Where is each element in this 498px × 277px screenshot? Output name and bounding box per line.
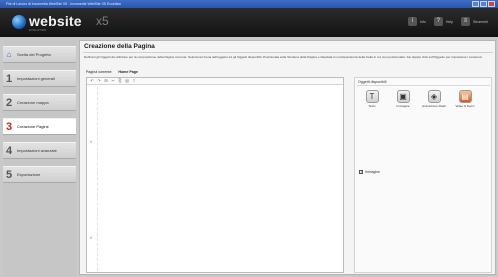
redo-icon[interactable]: ↷	[97, 79, 101, 83]
topnav-label: Strumenti	[473, 19, 488, 24]
topnav-label: Info	[419, 19, 426, 24]
sidebar-item-label: Creazione mappa	[17, 100, 49, 105]
help-icon: ?	[433, 17, 443, 26]
step-number: 2	[5, 96, 13, 109]
undo-icon[interactable]: ↶	[90, 79, 94, 83]
minimize-button[interactable]	[472, 1, 479, 7]
object-video-audio[interactable]: ▤ Video & Suoni	[452, 90, 478, 109]
divider	[83, 52, 493, 53]
paste-icon[interactable]: ▤	[125, 79, 129, 83]
image-property[interactable]: ✓ Immagine	[359, 170, 380, 174]
grid-icon[interactable]: ⊞	[104, 79, 108, 83]
sidebar-item-advanced-settings[interactable]: 4 Impostazioni avanzate	[3, 142, 76, 159]
window-titlebar: File di Lavoro di Incomedia WebSite X5 -…	[0, 0, 498, 8]
sidebar-item-label: Impostazioni avanzate	[17, 148, 57, 153]
sidebar-item-pages[interactable]: 3 Creazione Pagine	[3, 118, 76, 135]
step-number: 4	[5, 144, 13, 157]
row-marker: 2	[90, 236, 92, 240]
settings-icon: ≡	[461, 17, 471, 26]
object-text[interactable]: T Testo	[359, 90, 385, 109]
sidebar-item-export[interactable]: 5 Esportazione	[3, 166, 76, 183]
main-content: Creazione della Pagina Definisci gli Ogg…	[79, 40, 496, 275]
checkbox-label: Immagine	[365, 170, 380, 174]
window-controls	[472, 1, 495, 7]
page-title: Creazione della Pagina	[84, 43, 155, 50]
sidebar-item-project[interactable]: ⌂ Scelta del Progetto	[3, 46, 76, 63]
wizard-sidebar: ⌂ Scelta del Progetto 1 Impostazioni gen…	[3, 40, 76, 277]
topnav-info[interactable]: i Info	[407, 17, 426, 26]
home-icon: ⌂	[6, 50, 12, 59]
close-button[interactable]	[488, 1, 495, 7]
page-description: Definisci gli Oggetti da utilizzare per …	[84, 55, 483, 59]
sidebar-item-label: Esportazione	[17, 172, 41, 177]
info-icon: i	[407, 17, 417, 26]
sidebar-item-label: Creazione Pagine	[17, 124, 49, 129]
object-flash[interactable]: ◈ Animazione Flash	[421, 90, 447, 109]
current-page-value[interactable]: Home Page	[118, 70, 138, 74]
text-tool-icon[interactable]: T	[132, 79, 136, 83]
current-page-label: Pagina corrente:	[86, 70, 113, 74]
text-icon: T	[365, 90, 379, 103]
animation-icon: ◈	[427, 90, 441, 103]
object-label: Testo	[368, 104, 376, 108]
checkbox[interactable]: ✓	[359, 170, 363, 174]
app-logo: website x5 EVOLUTION	[12, 13, 112, 35]
object-label: Video & Suoni	[455, 104, 475, 108]
objects-list: T Testo ▣ Immagine ◈ Animazione Flash ▤ …	[359, 90, 478, 109]
row-marker: 1	[90, 140, 92, 144]
sidebar-item-general-settings[interactable]: 1 Impostazioni generali	[3, 70, 76, 87]
cut-icon[interactable]: ✂	[111, 79, 115, 83]
current-page-selector[interactable]: Pagina corrente: Home Page	[86, 70, 138, 74]
image-icon: ▣	[396, 90, 410, 103]
panel-title: Oggetti disponibili	[358, 80, 387, 84]
divider	[357, 85, 490, 86]
topnav-label: Help	[445, 19, 454, 24]
app-header: website x5 EVOLUTION i Info ? Help ≡ Str…	[0, 8, 498, 37]
topnav-tools[interactable]: ≡ Strumenti	[461, 17, 488, 26]
sidebar-item-label: Impostazioni generali	[17, 76, 55, 81]
step-number: 1	[5, 72, 13, 85]
html-code-icon: ▤	[458, 90, 472, 103]
logo-edition: EVOLUTION	[29, 28, 47, 32]
top-navigation: i Info ? Help ≡ Strumenti	[407, 17, 488, 26]
maximize-button[interactable]	[480, 1, 487, 7]
page-structure-editor[interactable]: ↶ ↷ ⊞ ✂ ⎘ ▤ T 1 2	[86, 77, 344, 273]
logo-brand: website	[29, 13, 82, 29]
available-objects-panel: Oggetti disponibili T Testo ▣ Immagine ◈…	[354, 77, 492, 273]
step-number: 5	[5, 168, 13, 181]
step-number: 3	[5, 120, 13, 133]
window-title: File di Lavoro di Incomedia WebSite X5 -…	[6, 2, 122, 6]
logo-version: x5	[96, 14, 109, 28]
object-image[interactable]: ▣ Immagine	[390, 90, 416, 109]
sidebar-item-sitemap[interactable]: 2 Creazione mappa	[3, 94, 76, 111]
layout-grid[interactable]	[97, 87, 341, 271]
editor-toolbar: ↶ ↷ ⊞ ✂ ⎘ ▤ T	[87, 78, 343, 85]
sidebar-item-label: Scelta del Progetto	[17, 52, 51, 57]
topnav-help[interactable]: ? Help	[433, 17, 454, 26]
globe-logo-icon	[12, 15, 26, 29]
copy-icon[interactable]: ⎘	[118, 79, 122, 83]
object-label: Immagine	[396, 104, 410, 108]
object-label: Animazione Flash	[422, 104, 446, 108]
